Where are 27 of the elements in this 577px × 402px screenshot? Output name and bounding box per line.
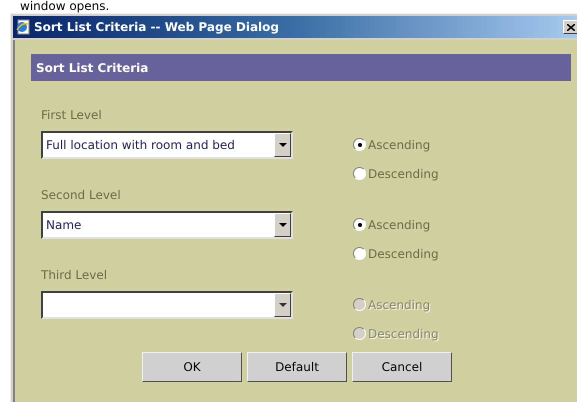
dropdown-field[interactable]: Full location with room and bed xyxy=(41,131,293,159)
caption-text: window opens. xyxy=(20,0,110,13)
dialog-button[interactable]: OK xyxy=(142,352,242,382)
dialog-button[interactable]: Default xyxy=(247,352,347,382)
level-label: First Level xyxy=(41,107,103,124)
radio-label: Descending xyxy=(368,326,439,342)
radio-button[interactable] xyxy=(353,138,366,151)
dropdown-arrow-icon xyxy=(278,223,286,227)
radio-label: Ascending xyxy=(368,296,430,314)
level-label: Second Level xyxy=(41,187,122,204)
dialog-button[interactable]: Cancel xyxy=(352,352,452,382)
close-button[interactable] xyxy=(563,20,577,34)
window-title: Sort List Criteria -- Web Page Dialog xyxy=(34,19,280,36)
radio-button[interactable] xyxy=(353,247,366,260)
level-label: Third Level xyxy=(41,267,108,284)
radio-label: Ascending xyxy=(368,136,430,154)
dropdown-arrow-icon xyxy=(278,143,286,147)
dropdown-field[interactable]: Name xyxy=(41,211,293,239)
radio-button[interactable] xyxy=(353,167,366,180)
radio-label: Descending xyxy=(368,166,439,182)
radio-button[interactable] xyxy=(353,218,366,231)
close-icon xyxy=(567,24,575,30)
section-header: Sort List Criteria xyxy=(31,54,571,81)
radio-label: Descending xyxy=(368,246,439,262)
dropdown-arrow-icon xyxy=(278,303,286,307)
radio-label: Ascending xyxy=(368,216,430,234)
page-icon xyxy=(15,19,31,35)
